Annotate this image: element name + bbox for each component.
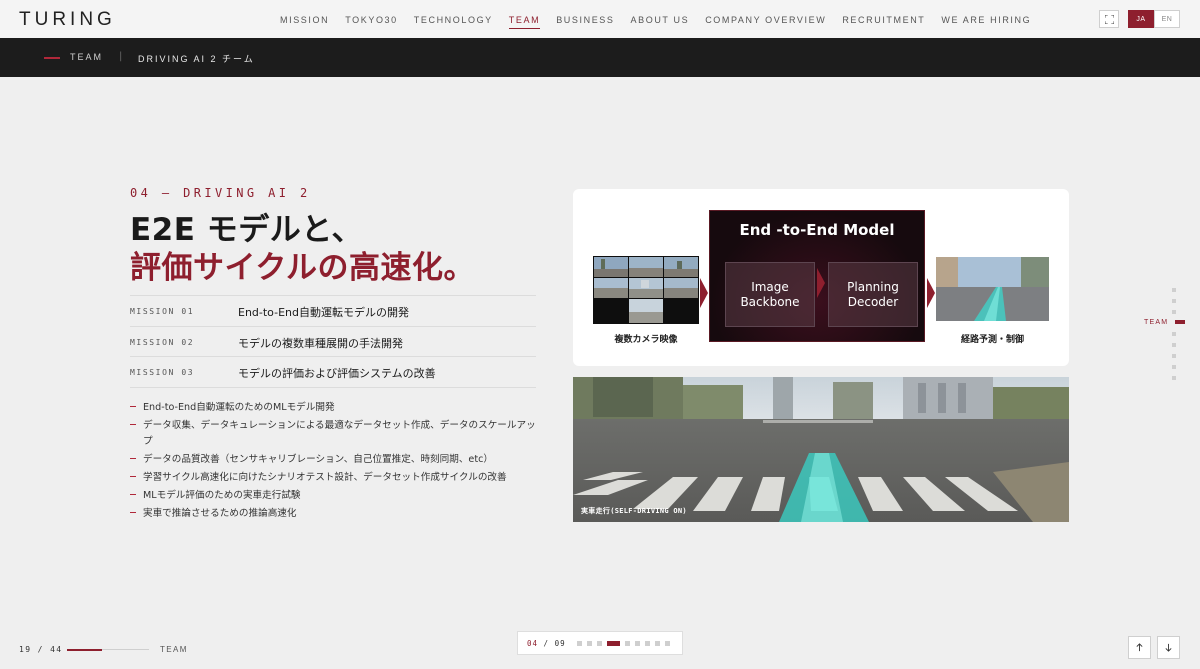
main-nav: MISSION TOKYO30 TECHNOLOGY TEAM BUSINESS… bbox=[272, 0, 1039, 38]
side-nav-current-label: TEAM bbox=[1144, 319, 1169, 326]
sub-page-sep: / bbox=[543, 639, 550, 648]
list-item: MLモデル評価のための実車走行試験 bbox=[130, 488, 540, 504]
mission-text: End-to-End自動運転モデルの開発 bbox=[238, 306, 409, 319]
sub-page-counter: 04 / 09 bbox=[527, 639, 566, 648]
sub-page-dot[interactable] bbox=[665, 641, 670, 646]
path-prediction-image bbox=[936, 257, 1049, 321]
page-section-label: TEAM bbox=[160, 645, 188, 654]
path-prediction-scene bbox=[936, 257, 1049, 321]
page-total: 44 bbox=[50, 645, 63, 654]
nav-item-business[interactable]: BUSINESS bbox=[548, 0, 622, 38]
self-driving-video[interactable]: 実車走行(SELF-DRIVING ON) bbox=[573, 377, 1069, 522]
mission-row: MISSION 01 End-to-End自動運転モデルの開発 bbox=[130, 296, 536, 327]
arrow-right-icon bbox=[700, 278, 708, 308]
multi-camera-image bbox=[593, 256, 699, 324]
image-backbone-module: Image Backbone bbox=[725, 262, 815, 327]
model-title: End -to-End Model bbox=[739, 221, 895, 239]
section-dot[interactable] bbox=[1172, 354, 1176, 358]
nav-item-mission[interactable]: MISSION bbox=[272, 0, 337, 38]
arrow-down-icon bbox=[1165, 643, 1172, 652]
arrow-right-icon bbox=[927, 278, 935, 308]
sub-page-dot[interactable] bbox=[645, 641, 650, 646]
prev-page-button[interactable] bbox=[1128, 636, 1151, 659]
video-caption: 実車走行(SELF-DRIVING ON) bbox=[581, 507, 687, 515]
fullscreen-button[interactable] bbox=[1099, 10, 1119, 28]
lang-ja-button[interactable]: JA bbox=[1128, 10, 1154, 28]
section-dot[interactable] bbox=[1172, 376, 1176, 380]
mission-row: MISSION 02 モデルの複数車種展開の手法開発 bbox=[130, 327, 536, 357]
e2e-diagram-card: 複数カメラ映像 End -to-End Model Image Backbone… bbox=[573, 189, 1069, 366]
breadcrumb-accent-line bbox=[44, 57, 60, 59]
nav-item-company-overview[interactable]: COMPANY OVERVIEW bbox=[697, 0, 834, 38]
section-dot[interactable] bbox=[1172, 365, 1176, 369]
headline-line-2: 評価サイクルの高速化。 bbox=[130, 250, 475, 286]
page-title: E2E モデルと、 評価サイクルの高速化。 bbox=[130, 211, 475, 287]
nav-item-about-us[interactable]: ABOUT US bbox=[623, 0, 698, 38]
nav-item-technology[interactable]: TECHNOLOGY bbox=[406, 0, 501, 38]
section-eyebrow: 04 — DRIVING AI 2 bbox=[130, 186, 311, 200]
mission-code: MISSION 03 bbox=[130, 368, 195, 377]
e2e-model-box: End -to-End Model Image Backbone Plannin… bbox=[709, 210, 925, 342]
page-counter: 19 / 44 bbox=[19, 645, 63, 654]
nav-item-team[interactable]: TEAM bbox=[501, 0, 548, 38]
fullscreen-icon bbox=[1104, 14, 1114, 24]
module-label-line: Backbone bbox=[740, 294, 800, 309]
list-item: データ収集、データキュレーションによる最適なデータセット作成、データのスケールア… bbox=[130, 418, 540, 449]
list-item: 実車で推論させるための推論高速化 bbox=[130, 506, 540, 522]
sub-page-dot-active[interactable] bbox=[607, 641, 620, 646]
module-label-line: Decoder bbox=[847, 294, 899, 309]
list-item: 学習サイクル高速化に向けたシナリオテスト設計、データセット作成サイクルの改善 bbox=[130, 470, 540, 486]
sub-page-current: 04 bbox=[527, 639, 539, 648]
list-item: データの品質改善（センサキャリブレーション、自己位置推定、時刻同期、etc） bbox=[130, 452, 540, 468]
breadcrumb: TEAM | DRIVING AI 2 チーム bbox=[0, 38, 1200, 77]
page-current: 19 bbox=[19, 645, 32, 654]
page-sep: / bbox=[37, 645, 44, 654]
sub-page-dot[interactable] bbox=[655, 641, 660, 646]
sub-page-dot[interactable] bbox=[597, 641, 602, 646]
language-switcher: JA EN bbox=[1128, 10, 1180, 28]
planning-decoder-module: Planning Decoder bbox=[828, 262, 918, 327]
mission-code: MISSION 02 bbox=[130, 337, 195, 347]
responsibility-list: End-to-End自動運転のためのMLモデル開発 データ収集、データキュレーシ… bbox=[130, 400, 540, 524]
turing-logo[interactable]: TURING bbox=[19, 9, 116, 31]
mission-text: モデルの複数車種展開の手法開発 bbox=[238, 336, 403, 350]
page-progress-fill bbox=[67, 649, 103, 651]
side-nav-active-marker[interactable] bbox=[1175, 320, 1185, 324]
nav-item-we-are-hiring[interactable]: WE ARE HIRING bbox=[933, 0, 1039, 38]
sub-page-dot[interactable] bbox=[577, 641, 582, 646]
input-label: 複数カメラ映像 bbox=[614, 335, 678, 345]
sub-page-total: 09 bbox=[554, 639, 566, 648]
road-scene bbox=[573, 377, 1069, 522]
mission-code: MISSION 01 bbox=[130, 307, 195, 316]
lang-en-button[interactable]: EN bbox=[1154, 10, 1180, 28]
sub-page-dot[interactable] bbox=[635, 641, 640, 646]
breadcrumb-current: DRIVING AI 2 チーム bbox=[138, 54, 255, 64]
output-label: 経路予測・制御 bbox=[960, 335, 1024, 345]
headline-line-1: E2E モデルと、 bbox=[130, 212, 363, 248]
section-dot[interactable] bbox=[1172, 332, 1176, 336]
module-label-line: Image bbox=[751, 279, 789, 294]
nav-item-recruitment[interactable]: RECRUITMENT bbox=[834, 0, 933, 38]
multi-camera-thumbnails bbox=[593, 256, 699, 324]
arrow-right-icon bbox=[817, 268, 825, 298]
mission-list: MISSION 01 End-to-End自動運転モデルの開発 MISSION … bbox=[130, 295, 536, 388]
team-sub-pager: 04 / 09 bbox=[517, 631, 683, 655]
section-dot[interactable] bbox=[1172, 310, 1176, 314]
mission-text: モデルの評価および評価システムの改善 bbox=[238, 367, 436, 380]
arrow-up-icon bbox=[1136, 643, 1143, 652]
section-dot[interactable] bbox=[1172, 288, 1176, 292]
module-label-line: Planning bbox=[847, 279, 899, 294]
breadcrumb-separator: | bbox=[119, 51, 123, 62]
next-page-button[interactable] bbox=[1157, 636, 1180, 659]
mission-row: MISSION 03 モデルの評価および評価システムの改善 bbox=[130, 357, 536, 388]
list-item: End-to-End自動運転のためのMLモデル開発 bbox=[130, 400, 540, 416]
section-dot[interactable] bbox=[1172, 299, 1176, 303]
breadcrumb-section[interactable]: TEAM bbox=[70, 52, 103, 62]
sub-page-dot[interactable] bbox=[587, 641, 592, 646]
sub-page-dot[interactable] bbox=[625, 641, 630, 646]
nav-item-tokyo30[interactable]: TOKYO30 bbox=[337, 0, 406, 38]
site-header: TURING MISSION TOKYO30 TECHNOLOGY TEAM B… bbox=[0, 0, 1200, 38]
section-dot[interactable] bbox=[1172, 343, 1176, 347]
